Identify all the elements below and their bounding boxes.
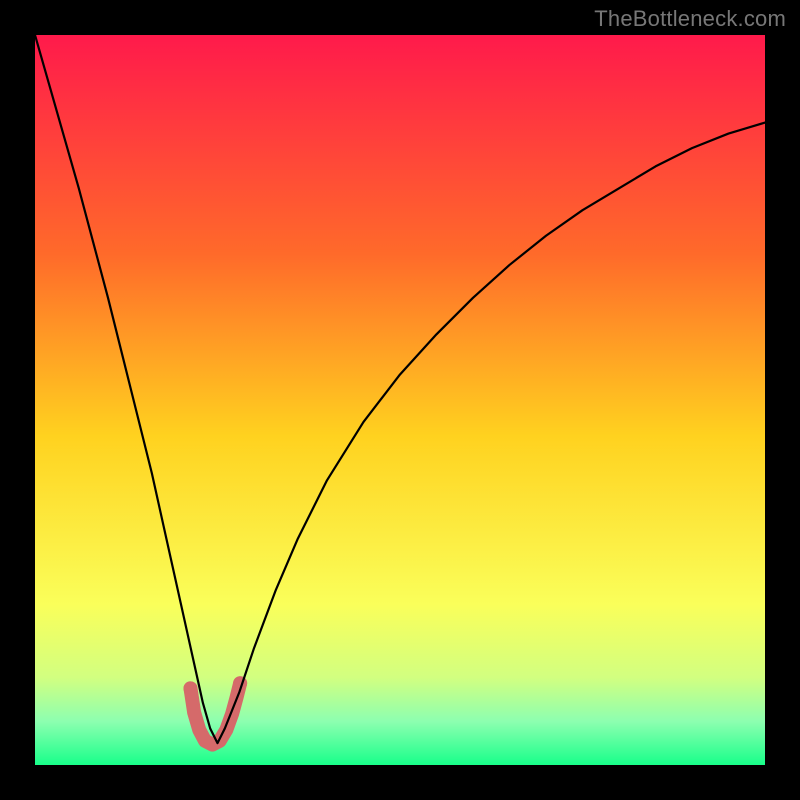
optimal-range-end <box>183 681 197 695</box>
watermark-text: TheBottleneck.com <box>594 6 786 32</box>
plot-area <box>35 35 765 765</box>
gradient-background <box>35 35 765 765</box>
plot-svg <box>35 35 765 765</box>
chart-frame: TheBottleneck.com <box>0 0 800 800</box>
